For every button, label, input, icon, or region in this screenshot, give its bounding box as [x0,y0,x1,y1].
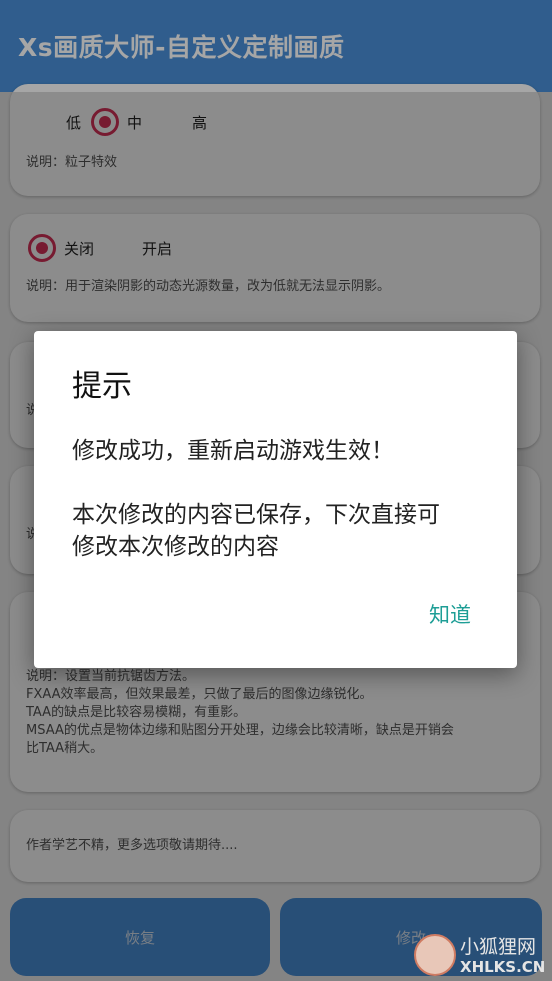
watermark-url: XHLKS.CN [460,958,546,976]
dialog-ok-button[interactable]: 知道 [429,599,471,629]
app-bar-scrim [0,0,552,92]
dialog-message-saved-line-1: 本次修改的内容已保存，下次直接可 [72,502,440,528]
dialog-message-success: 修改成功，重新启动游戏生效！ [72,438,394,464]
dialog-title: 提示 [72,369,132,404]
dialog-message-saved-line-2: 修改本次修改的内容 [72,534,279,560]
alert-dialog: 提示 修改成功，重新启动游戏生效！ 本次修改的内容已保存，下次直接可 修改本次修… [34,331,517,668]
watermark-text: 小狐狸网 [460,936,537,958]
site-watermark: 小狐狸网 XHLKS.CN [414,928,552,981]
fox-logo-icon [414,934,456,976]
